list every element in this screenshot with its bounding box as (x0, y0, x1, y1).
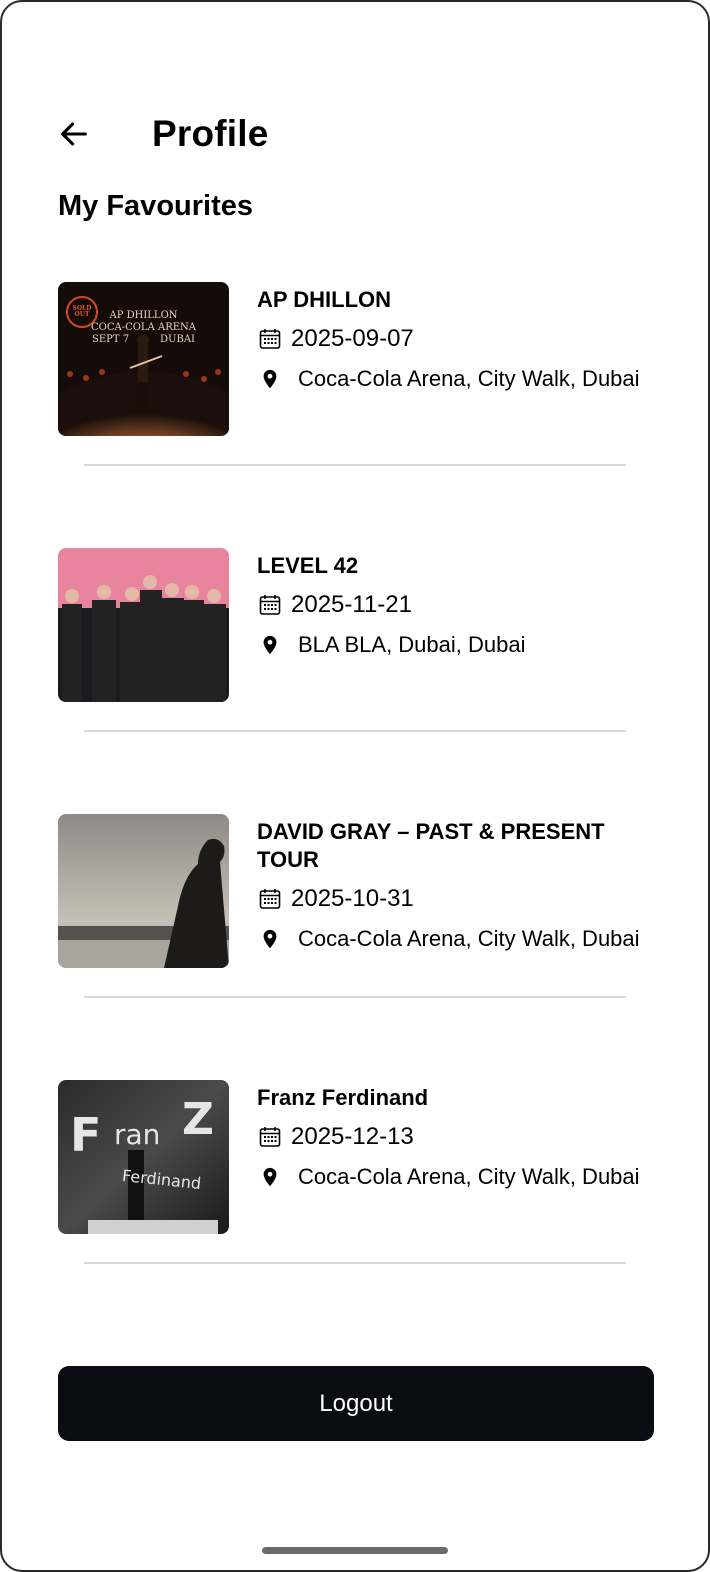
event-date-row: 2025-11-21 (257, 590, 653, 620)
divider (84, 1262, 626, 1264)
event-date-row: 2025-10-31 (257, 884, 653, 914)
favourite-item[interactable]: F ran Z Ferdinand Franz Ferdinand 2025-1… (58, 1080, 658, 1346)
event-info: DAVID GRAY – PAST & PRESENT TOUR 2025-10… (257, 818, 653, 954)
event-title: LEVEL 42 (257, 553, 359, 578)
calendar-icon (257, 592, 283, 618)
logout-button[interactable]: Logout (58, 1366, 654, 1441)
calendar-icon (257, 326, 283, 352)
arrow-left-icon (61, 122, 87, 146)
event-date: 2025-09-07 (291, 325, 414, 352)
event-location: Coca-Cola Arena, City Walk, Dubai (298, 366, 640, 391)
divider (84, 730, 626, 732)
map-pin-icon (257, 366, 283, 392)
map-pin-icon (257, 632, 283, 658)
poster-letter: Z (182, 1094, 214, 1145)
event-date-row: 2025-09-07 (257, 324, 653, 354)
divider (84, 464, 626, 466)
divider (84, 996, 626, 998)
event-date: 2025-10-31 (291, 885, 414, 912)
favourite-item[interactable]: SOLD OUT AP DHILLON COCA-COLA ARENA SEPT… (58, 282, 658, 548)
event-poster: F ran Z Ferdinand (58, 1080, 229, 1234)
event-location-row: Coca-Cola Arena, City Walk, Dubai (257, 1162, 653, 1192)
event-poster (58, 814, 229, 968)
event-location-row: BLA BLA, Dubai, Dubai (257, 630, 653, 660)
event-poster (58, 548, 229, 702)
favourite-item[interactable]: LEVEL 42 2025-11-21 BLA BLA, Dubai, Duba… (58, 548, 658, 814)
poster-letter: ran (114, 1118, 161, 1151)
section-title: My Favourites (58, 190, 253, 222)
event-title: DAVID GRAY – PAST & PRESENT TOUR (257, 819, 605, 872)
favourites-list: SOLD OUT AP DHILLON COCA-COLA ARENA SEPT… (58, 282, 658, 1346)
event-poster: SOLD OUT AP DHILLON COCA-COLA ARENA SEPT… (58, 282, 229, 436)
map-pin-icon (257, 1164, 283, 1190)
poster-line: Ferdinand (121, 1165, 203, 1194)
event-date-row: 2025-12-13 (257, 1122, 653, 1152)
calendar-icon (257, 886, 283, 912)
back-button[interactable] (54, 114, 94, 154)
calendar-icon (257, 1124, 283, 1150)
event-location-row: Coca-Cola Arena, City Walk, Dubai (257, 924, 653, 954)
event-location-row: Coca-Cola Arena, City Walk, Dubai (257, 364, 653, 394)
poster-line: COCA-COLA ARENA (90, 322, 196, 333)
event-location: Coca-Cola Arena, City Walk, Dubai (298, 1164, 640, 1189)
page-title: Profile (152, 113, 269, 154)
event-date: 2025-11-21 (291, 591, 412, 618)
event-info: Franz Ferdinand 2025-12-13 Coca-Cola Are… (257, 1084, 653, 1192)
sold-out-badge: SOLD OUT (72, 305, 92, 318)
event-info: LEVEL 42 2025-11-21 BLA BLA, Dubai, Duba… (257, 552, 653, 660)
event-title: Franz Ferdinand (257, 1085, 429, 1110)
poster-letter: F (70, 1108, 102, 1162)
app-screen: Profile My Favourites SOLD OUT AP DHILLO… (0, 0, 710, 1572)
event-location: Coca-Cola Arena, City Walk, Dubai (298, 926, 640, 951)
poster-line: DUBAI (160, 334, 195, 345)
header (58, 110, 94, 158)
poster-line: SEPT 7 (92, 334, 130, 345)
event-date: 2025-12-13 (291, 1123, 414, 1150)
event-info: AP DHILLON 2025-09-07 Coca-Cola Arena, C… (257, 286, 653, 394)
favourite-item[interactable]: DAVID GRAY – PAST & PRESENT TOUR 2025-10… (58, 814, 658, 1080)
home-indicator[interactable] (262, 1547, 448, 1554)
event-location: BLA BLA, Dubai, Dubai (298, 632, 526, 657)
event-title: AP DHILLON (257, 287, 392, 312)
map-pin-icon (257, 926, 283, 952)
